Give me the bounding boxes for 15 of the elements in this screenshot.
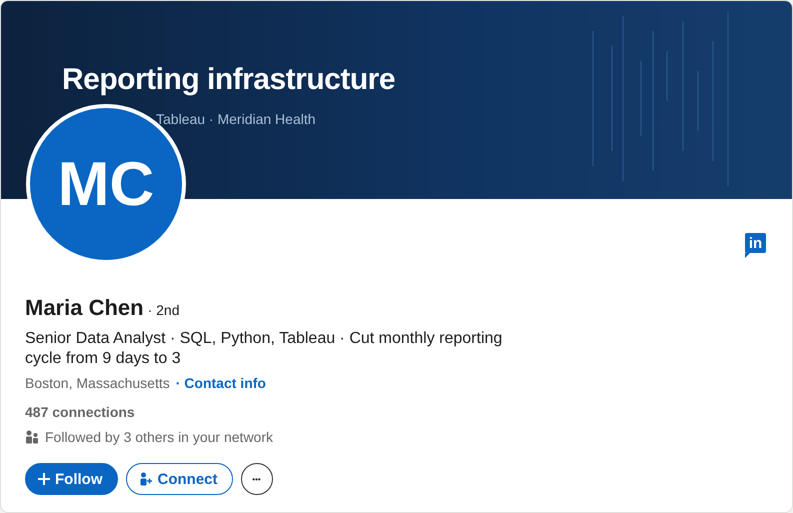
connections-count: 487 connections <box>25 404 136 420</box>
contact-info-link[interactable]: · Contact info <box>176 375 266 391</box>
more-button[interactable]: ••• <box>240 463 272 495</box>
profile-name: Maria Chen <box>25 295 144 321</box>
connection-degree: · 2nd <box>148 302 180 318</box>
connect-button[interactable]: Connect <box>126 463 232 495</box>
people-icon <box>25 430 39 444</box>
add-person-icon <box>138 472 152 486</box>
plus-icon <box>38 473 50 485</box>
follow-button[interactable]: Follow <box>25 463 118 495</box>
banner-subtitle: Tableau · Meridian Health <box>155 111 317 127</box>
banner-title: Reporting infrastructure <box>62 63 396 97</box>
headline: Senior Data Analyst · SQL, Python, Tableau · Cut monthly reporting cycle from 9 days to 3 <box>25 329 504 369</box>
location: Boston, Massachusetts <box>25 375 170 391</box>
followed-by-text: Followed by 3 others in your network <box>45 429 273 445</box>
